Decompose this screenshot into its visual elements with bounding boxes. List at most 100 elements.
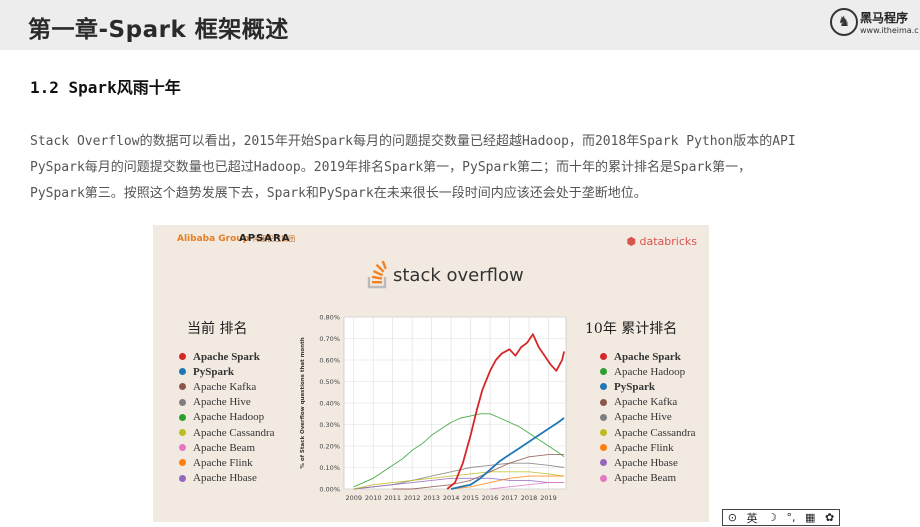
x-tick-label: 2016 (482, 494, 499, 502)
legend-dot-icon (600, 353, 607, 361)
y-tick-label: 0.20% (319, 443, 340, 451)
legend-label: Apache Kafka (614, 396, 678, 409)
body-paragraph: Stack Overflow的数据可以看出，2015年开始Spark每月的问题提… (30, 129, 900, 207)
itheima-logo: ♞ 黑马程序 www.itheima.c (830, 8, 919, 40)
legend-item: PySpark (179, 364, 275, 379)
x-tick-label: 2015 (462, 494, 479, 502)
section-heading: 1.2 Spark风雨十年 (30, 78, 181, 97)
legend-dot-icon (179, 429, 186, 437)
legend-label: Apache Flink (614, 441, 674, 454)
legend-item: Apache Hadoop (600, 364, 696, 379)
settings-icon[interactable]: ✿ (825, 511, 834, 524)
y-tick-label: 0.80% (319, 314, 340, 322)
legend-label: Apache Hive (614, 411, 672, 424)
legend-label: Apache Hadoop (193, 411, 265, 424)
legend-item: Apache Beam (600, 471, 696, 486)
legend-item: Apache Flink (179, 455, 275, 470)
legend-label: Apache Cassandra (193, 426, 275, 439)
ime-toolbar[interactable]: ⊙ 英 ☽ °, ▦ ✿ (722, 509, 840, 526)
legend-item: Apache Cassandra (179, 425, 275, 440)
title-bar: 第一章-Spark 框架概述 ♞ 黑马程序 www.itheima.c (0, 0, 920, 50)
legend-label: Apache Spark (193, 350, 260, 363)
y-axis-label: % of Stack Overflow questions that month (300, 337, 306, 468)
legend-label: Apache Flink (193, 456, 253, 469)
stackoverflow-icon (367, 261, 387, 289)
stackoverflow-wordmark: stack overflow (393, 265, 524, 286)
legend-total-title: 10年 累计排名 (585, 321, 678, 337)
x-tick-label: 2013 (423, 494, 440, 502)
legend-item: Apache Hbase (600, 455, 696, 470)
legend-item: Apache Hive (600, 410, 696, 425)
legend-dot-icon (179, 459, 186, 467)
moon-icon[interactable]: ☽ (767, 511, 777, 524)
legend-dot-icon (600, 459, 607, 467)
ime-language-toggle[interactable]: 英 (747, 510, 758, 526)
legend-item: Apache Beam (179, 440, 275, 455)
x-tick-label: 2009 (345, 494, 362, 502)
legend-item: Apache Spark (179, 349, 275, 364)
legend-label: Apache Kafka (193, 380, 257, 393)
legend-label: Apache Hadoop (614, 365, 686, 378)
databricks-logo: ⬢ databricks (626, 235, 697, 248)
legend-dot-icon (179, 413, 186, 421)
legend-dot-icon (179, 398, 186, 406)
legend-dot-icon (600, 398, 607, 406)
chapter-title: 第一章-Spark 框架概述 (28, 17, 289, 43)
logo-name: 黑马程序 (860, 11, 909, 25)
legend-label: Apache Hive (193, 396, 251, 409)
y-tick-label: 0.70% (319, 335, 340, 343)
y-tick-label: 0.40% (319, 400, 340, 408)
legend-item: Apache Cassandra (600, 425, 696, 440)
y-tick-label: 0.00% (319, 486, 340, 494)
legend-item: Apache Hbase (179, 471, 275, 486)
paragraph-line: PySpark每月的问题提交数量也已超过Hadoop。2019年排名Spark第… (30, 160, 752, 175)
x-tick-label: 2014 (443, 494, 460, 502)
legend-dot-icon (179, 353, 186, 361)
logo-url: www.itheima.c (860, 26, 919, 35)
legend-dot-icon (600, 383, 607, 391)
legend-item: Apache Hive (179, 395, 275, 410)
x-tick-label: 2011 (384, 494, 401, 502)
line-chart: 0.00% 0.10% 0.20% 0.30% 0.40% 0.50% 0.60% 0.70%… (300, 314, 567, 502)
legend-dot-icon (179, 444, 186, 452)
y-tick-label: 0.60% (319, 357, 340, 365)
x-tick-label: 2010 (365, 494, 382, 502)
keyboard-icon[interactable]: ▦ (805, 511, 815, 524)
apsara-logo: APSARA (239, 233, 291, 244)
legend-label: Apache Hbase (614, 456, 678, 469)
legend-dot-icon (600, 444, 607, 452)
punctuation-icon[interactable]: °, (787, 511, 796, 524)
legend-label: PySpark (193, 365, 234, 378)
legend-label: Apache Beam (193, 441, 255, 454)
legend-item: Apache Flink (600, 440, 696, 455)
legend-dot-icon (179, 474, 186, 482)
legend-item: Apache Kafka (600, 395, 696, 410)
paragraph-line: Stack Overflow的数据可以看出，2015年开始Spark每月的问题提… (30, 134, 796, 149)
legend-item: Apache Spark (600, 349, 696, 364)
y-tick-label: 0.30% (319, 421, 340, 429)
legend-current-title: 当前 排名 (187, 321, 248, 337)
legend-item: Apache Hadoop (179, 410, 275, 425)
legend-dot-icon (600, 368, 607, 376)
x-tick-label: 2017 (501, 494, 518, 502)
databricks-name: databricks (639, 235, 698, 248)
y-tick-label: 0.50% (319, 378, 340, 386)
x-tick-label: 2019 (540, 494, 557, 502)
legend-dot-icon (179, 368, 186, 376)
legend-label: PySpark (614, 380, 655, 393)
legend-label: Apache Hbase (193, 472, 257, 485)
legend-current: Apache Spark PySpark Apache Kafka Apache Hi… (179, 349, 275, 486)
legend-dot-icon (600, 413, 607, 421)
horse-logo-icon: ♞ (830, 8, 858, 36)
legend-total: Apache Spark Apache Hadoop PySpark Apache K… (600, 349, 696, 486)
legend-label: Apache Spark (614, 350, 681, 363)
ime-logo-icon[interactable]: ⊙ (728, 511, 737, 524)
legend-label: Apache Beam (614, 472, 676, 485)
databricks-icon: ⬢ (626, 235, 636, 248)
legend-item: PySpark (600, 379, 696, 394)
legend-dot-icon (600, 474, 607, 482)
x-tick-label: 2018 (521, 494, 538, 502)
legend-label: Apache Cassandra (614, 426, 696, 439)
legend-item: Apache Kafka (179, 379, 275, 394)
legend-dot-icon (179, 383, 186, 391)
